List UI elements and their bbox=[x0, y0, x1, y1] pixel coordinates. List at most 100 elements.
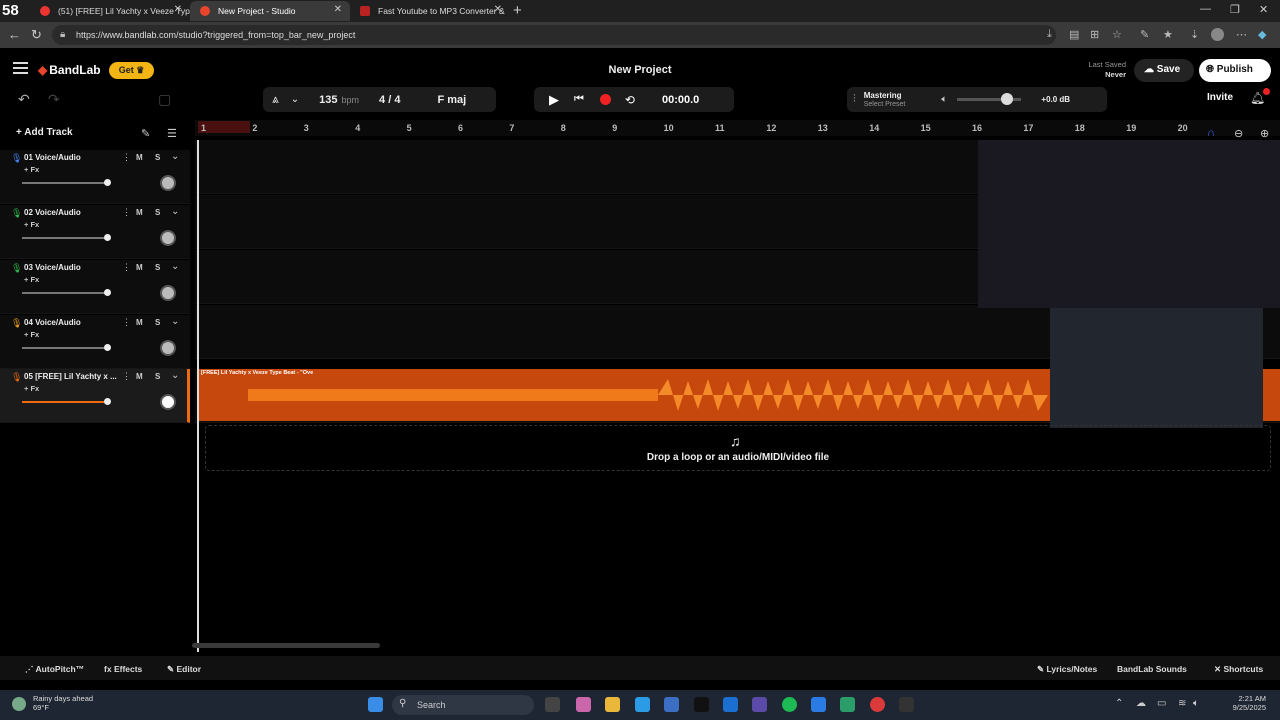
tools-icon[interactable]: ✎ bbox=[141, 127, 150, 140]
chevron-down-icon[interactable]: ⌄ bbox=[171, 206, 179, 217]
outlook-icon[interactable] bbox=[723, 697, 738, 712]
invite-button[interactable]: Invite bbox=[1198, 92, 1242, 103]
bandlab-logo[interactable]: ◆ BandLab bbox=[38, 63, 103, 77]
reader-icon[interactable]: ▤ bbox=[1069, 28, 1079, 41]
solo-button[interactable]: S bbox=[155, 208, 160, 217]
mute-button[interactable]: M bbox=[136, 318, 143, 327]
slider-knob[interactable] bbox=[104, 398, 111, 405]
key-signature[interactable]: F maj bbox=[437, 94, 466, 106]
monitor-icon[interactable]: ▭ bbox=[1157, 698, 1166, 709]
zoom-in-icon[interactable]: ⊕ bbox=[1260, 127, 1269, 140]
get-membership-button[interactable]: Get ♛ bbox=[109, 62, 154, 79]
profile-download-icon[interactable]: ⇣ bbox=[1190, 28, 1199, 41]
add-fx-button[interactable]: + Fx bbox=[24, 330, 39, 339]
spotify-icon[interactable] bbox=[782, 697, 797, 712]
add-track-button[interactable]: + Add Track bbox=[16, 127, 73, 138]
time-signature[interactable]: 4 / 4 bbox=[379, 94, 400, 106]
record-icon[interactable] bbox=[599, 94, 611, 105]
kebab-menu-icon[interactable]: ⋮ bbox=[122, 371, 131, 382]
save-button[interactable]: ☁︎ Save bbox=[1134, 59, 1194, 82]
app-icon[interactable] bbox=[752, 697, 767, 712]
windows-start-icon[interactable] bbox=[368, 697, 383, 712]
cloud-icon[interactable]: ☁︎ bbox=[1136, 698, 1146, 709]
more-icon[interactable]: ⋯ bbox=[1236, 28, 1247, 41]
play-icon[interactable]: ▶ bbox=[549, 92, 559, 108]
file-explorer-icon[interactable] bbox=[605, 697, 620, 712]
add-fx-button[interactable]: + Fx bbox=[24, 275, 39, 284]
clock[interactable]: 2:21 AM 9/25/2025 bbox=[1210, 694, 1266, 712]
close-window-icon[interactable]: ✕ bbox=[1259, 3, 1268, 16]
close-icon[interactable]: ✕ bbox=[174, 4, 182, 15]
track-name[interactable]: 03 Voice/Audio bbox=[24, 263, 119, 272]
lyrics-button[interactable]: ✎ Lyrics/Notes bbox=[1037, 664, 1097, 675]
track-volume-slider[interactable] bbox=[22, 401, 108, 403]
store-icon[interactable] bbox=[664, 697, 679, 712]
redo-icon[interactable]: ↷ bbox=[48, 91, 60, 108]
track-volume-slider[interactable] bbox=[22, 182, 108, 184]
slider-knob[interactable] bbox=[104, 234, 111, 241]
solo-button[interactable]: S bbox=[155, 372, 160, 381]
slider-knob[interactable] bbox=[104, 179, 111, 186]
solo-button[interactable]: S bbox=[155, 263, 160, 272]
maximize-icon[interactable]: ❐ bbox=[1230, 3, 1240, 16]
track-name[interactable]: 04 Voice/Audio bbox=[24, 318, 119, 327]
back-icon[interactable]: ← bbox=[8, 27, 21, 42]
horizontal-scrollbar[interactable] bbox=[192, 643, 380, 648]
minimize-icon[interactable]: — bbox=[1200, 3, 1211, 15]
skip-back-icon[interactable]: ⏮︎ bbox=[574, 93, 584, 106]
track-header[interactable]: 🎙︎ 03 Voice/Audio + Fx ⋮ M S ⌄ bbox=[0, 260, 190, 314]
solo-button[interactable]: S bbox=[155, 153, 160, 162]
effects-button[interactable]: fx Effects bbox=[104, 664, 142, 674]
edge-icon[interactable] bbox=[635, 697, 650, 712]
add-fx-button[interactable]: + Fx bbox=[24, 165, 39, 174]
pan-knob[interactable] bbox=[160, 175, 176, 191]
mastering-button[interactable]: Mastering Select Preset bbox=[864, 91, 906, 109]
new-tab-icon[interactable]: + bbox=[513, 2, 522, 19]
solo-button[interactable]: S bbox=[155, 318, 160, 327]
autopitch-button[interactable]: ⋰ AutoPitch™ bbox=[25, 664, 84, 675]
bandlab-sounds-button[interactable]: BandLab Sounds bbox=[1117, 664, 1187, 674]
chrome-icon[interactable] bbox=[870, 697, 885, 712]
metronome-icon[interactable]: ⩓ bbox=[272, 92, 279, 107]
copilot-app-icon[interactable] bbox=[576, 697, 591, 712]
chevron-down-icon[interactable]: ⌄ bbox=[171, 370, 179, 381]
pan-knob[interactable] bbox=[160, 230, 176, 246]
task-view-icon[interactable] bbox=[545, 697, 560, 712]
menu-icon[interactable] bbox=[13, 62, 28, 74]
extensions-icon[interactable]: ✎ bbox=[1140, 28, 1149, 41]
pan-knob[interactable] bbox=[160, 340, 176, 356]
close-icon[interactable]: ✕ bbox=[334, 4, 342, 15]
track-header-selected[interactable]: 🎙︎ 05 [FREE] Lil Yachty x ... + Fx ⋮ M S… bbox=[0, 369, 190, 423]
settings-sliders-icon[interactable]: ☰ bbox=[167, 127, 177, 140]
volume-icon[interactable]: 🔈︎ bbox=[1193, 698, 1199, 709]
app-icon[interactable] bbox=[840, 697, 855, 712]
slider-knob[interactable] bbox=[104, 344, 111, 351]
close-icon[interactable]: ✕ bbox=[494, 4, 502, 15]
add-fx-button[interactable]: + Fx bbox=[24, 384, 39, 393]
pan-knob[interactable] bbox=[160, 285, 176, 301]
magnet-icon[interactable]: ∩ bbox=[1207, 127, 1215, 139]
favorites-bar-icon[interactable]: ★ bbox=[1163, 28, 1173, 41]
kebab-menu-icon[interactable]: ⋮ bbox=[122, 207, 131, 218]
kebab-menu-icon[interactable]: ⋮ bbox=[122, 152, 131, 163]
tab-youtube[interactable]: (51) [FREE] Lil Yachty x Veeze Typ ✕ bbox=[30, 1, 190, 21]
mute-button[interactable]: M bbox=[136, 208, 143, 217]
chevron-down-icon[interactable]: ⌄ bbox=[171, 151, 179, 162]
track-name[interactable]: 05 [FREE] Lil Yachty x ... bbox=[24, 372, 119, 381]
edge-profile-icon[interactable] bbox=[811, 697, 826, 712]
speaker-icon[interactable]: 🔈︎ bbox=[941, 94, 947, 105]
track-volume-slider[interactable] bbox=[22, 347, 108, 349]
tab-studio[interactable]: New Project - Studio ✕ bbox=[190, 1, 350, 21]
volume-knob[interactable] bbox=[1001, 93, 1014, 105]
taskbar-search[interactable]: Search bbox=[392, 695, 534, 715]
track-header[interactable]: 🎙︎ 01 Voice/Audio + Fx ⋮ M S ⌄ bbox=[0, 150, 190, 204]
loop-icon[interactable]: ⟲ bbox=[625, 93, 635, 107]
clip-icon[interactable]: ▢ bbox=[158, 91, 171, 108]
bpm-value[interactable]: 135 bbox=[319, 94, 337, 106]
publish-button[interactable]: 🌐︎ Publish bbox=[1199, 59, 1271, 82]
mastering-icon[interactable]: ⫶ bbox=[853, 93, 856, 106]
undo-icon[interactable]: ↶ bbox=[18, 91, 30, 108]
url-field[interactable]: https://www.bandlab.com/studio?triggered… bbox=[52, 25, 1056, 45]
track-header[interactable]: 🎙︎ 02 Voice/Audio + Fx ⋮ M S ⌄ bbox=[0, 205, 190, 259]
playhead[interactable] bbox=[197, 140, 199, 652]
